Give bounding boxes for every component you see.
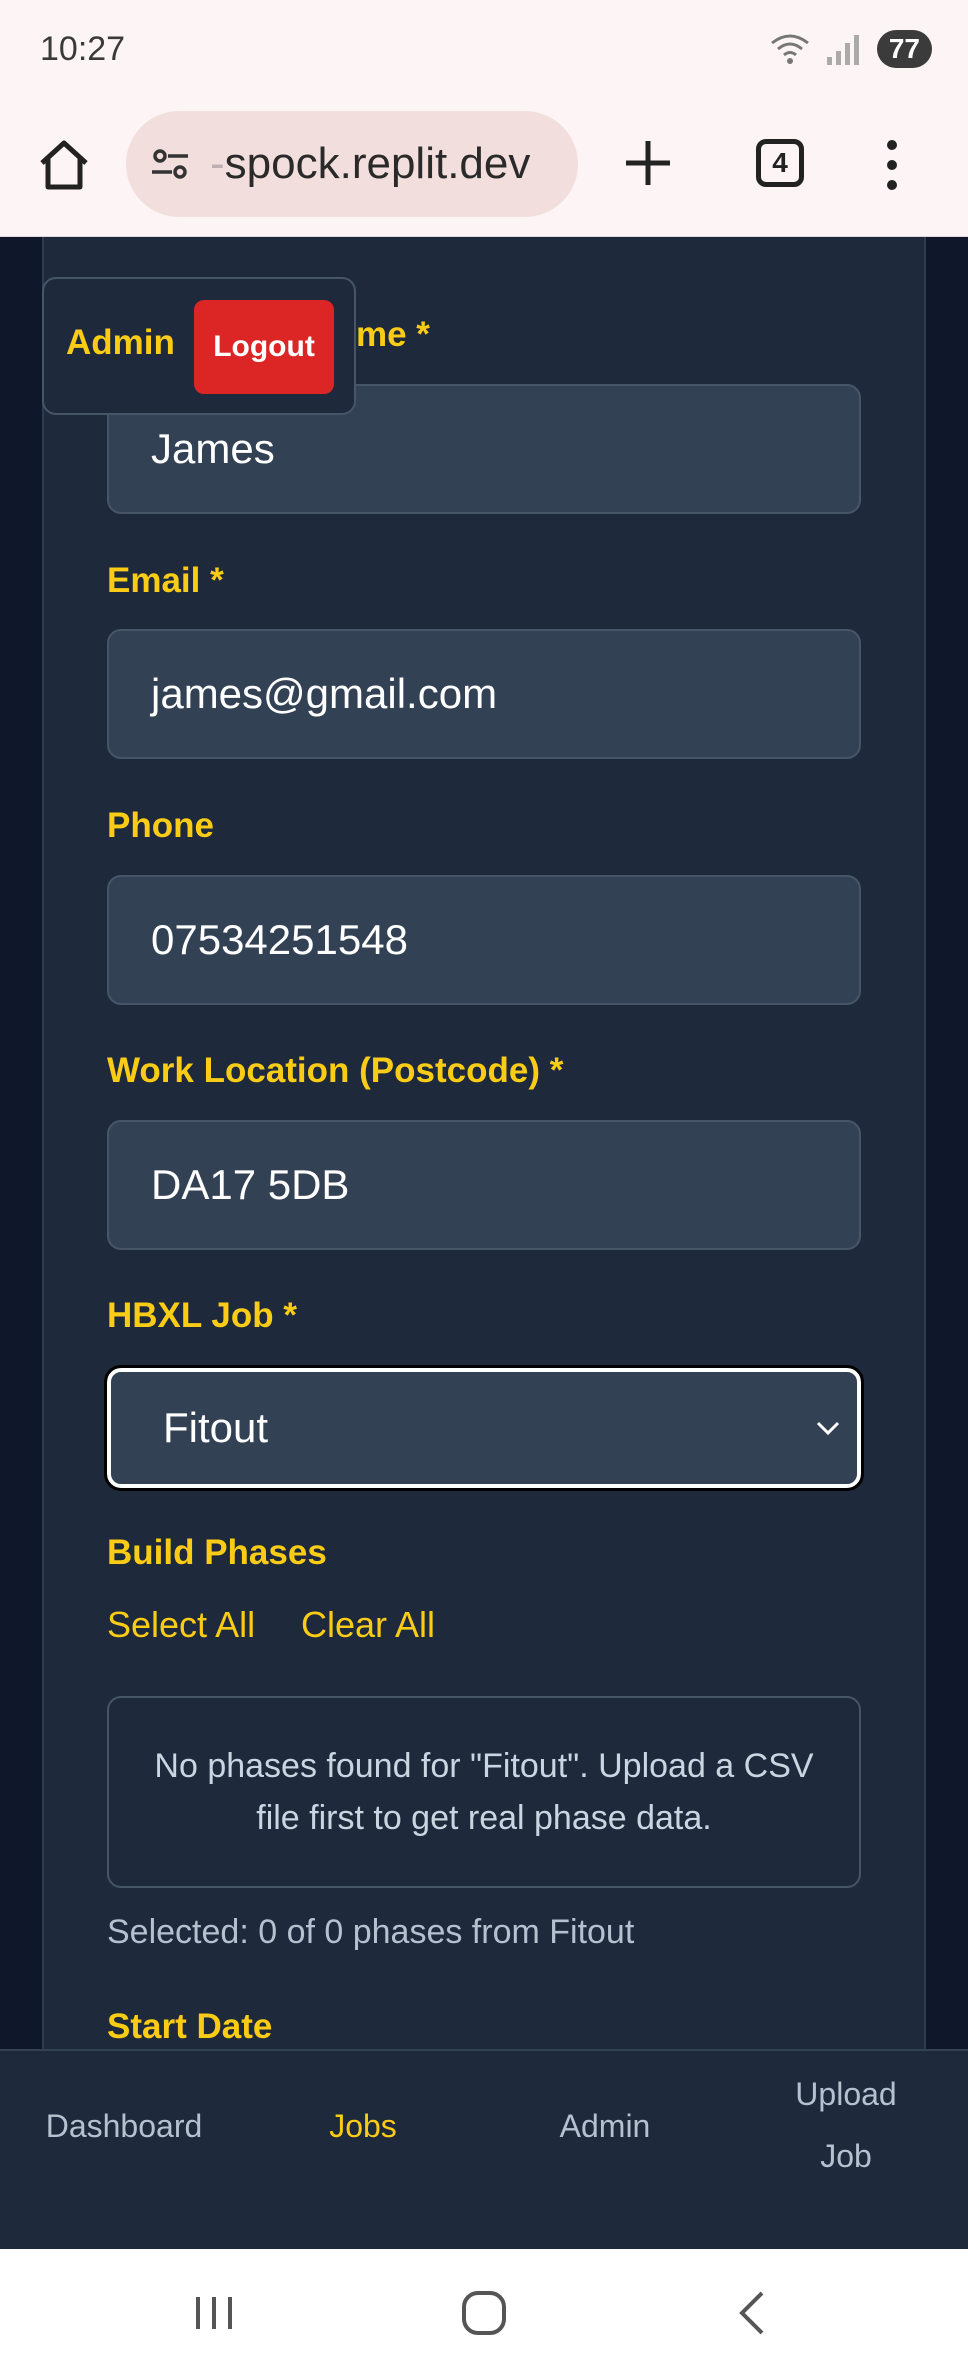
back-icon[interactable] (724, 2283, 784, 2343)
select-all-button[interactable]: Select All (107, 1604, 255, 1646)
nav-dashboard[interactable]: Dashboard (44, 2095, 204, 2157)
url-text: -spock.replit.dev (210, 139, 531, 188)
browser-toolbar: -spock.replit.dev 4 (0, 105, 968, 237)
recent-apps-icon[interactable] (184, 2283, 244, 2343)
location-field-label: Work Location (Postcode) * (107, 1051, 564, 1090)
job-select[interactable]: Fitout (104, 1365, 864, 1491)
status-bar: 10:27 77 (0, 0, 968, 105)
chevron-down-icon (816, 1421, 840, 1436)
job-select-value: Fitout (163, 1404, 269, 1451)
status-icons: 77 (769, 30, 932, 68)
clear-all-button[interactable]: Clear All (301, 1604, 435, 1646)
home-button-icon[interactable] (454, 2283, 514, 2343)
admin-overlay: Admin Logout (42, 277, 356, 415)
logout-button[interactable]: Logout (194, 300, 334, 394)
app-content: me * James Email * james@gmail.com Phone… (0, 237, 968, 2049)
nav-jobs[interactable]: Jobs (300, 2095, 426, 2157)
phone-input[interactable]: 07534251548 (107, 875, 861, 1005)
bottom-nav: Dashboard Jobs Admin Upload Job (0, 2049, 968, 2249)
email-field-label: Email * (107, 561, 224, 600)
signal-icon (826, 35, 859, 65)
phone-field-label: Phone (107, 806, 214, 845)
site-settings-icon[interactable] (146, 140, 194, 188)
wifi-icon (770, 34, 809, 64)
address-bar[interactable]: -spock.replit.dev (126, 111, 578, 217)
phases-empty-message: No phases found for "Fitout". Upload a C… (107, 1696, 861, 1888)
nav-admin[interactable]: Admin (542, 2095, 668, 2157)
nav-upload-job-line1: Upload (795, 2076, 897, 2112)
location-input[interactable]: DA17 5DB (107, 1120, 861, 1250)
phases-selected-count: Selected: 0 of 0 phases from Fitout (107, 1913, 635, 1951)
battery-level: 77 (876, 30, 932, 68)
new-tab-icon[interactable] (620, 135, 676, 191)
email-input[interactable]: james@gmail.com (107, 629, 861, 759)
phases-field-label: Build Phases (107, 1533, 327, 1572)
admin-label: Admin (66, 323, 175, 362)
nav-upload-job[interactable]: Upload Job (776, 2063, 916, 2187)
job-field-label: HBXL Job * (107, 1296, 297, 1335)
start-date-label: Start Date (107, 2007, 273, 2046)
system-nav-bar (0, 2249, 968, 2376)
tab-switcher-button[interactable]: 4 (756, 139, 804, 187)
home-icon[interactable] (34, 135, 94, 195)
nav-upload-job-line2: Job (820, 2138, 872, 2174)
name-field-label: me * (356, 315, 430, 354)
status-time: 10:27 (40, 30, 126, 68)
more-menu-icon[interactable] (882, 135, 902, 195)
